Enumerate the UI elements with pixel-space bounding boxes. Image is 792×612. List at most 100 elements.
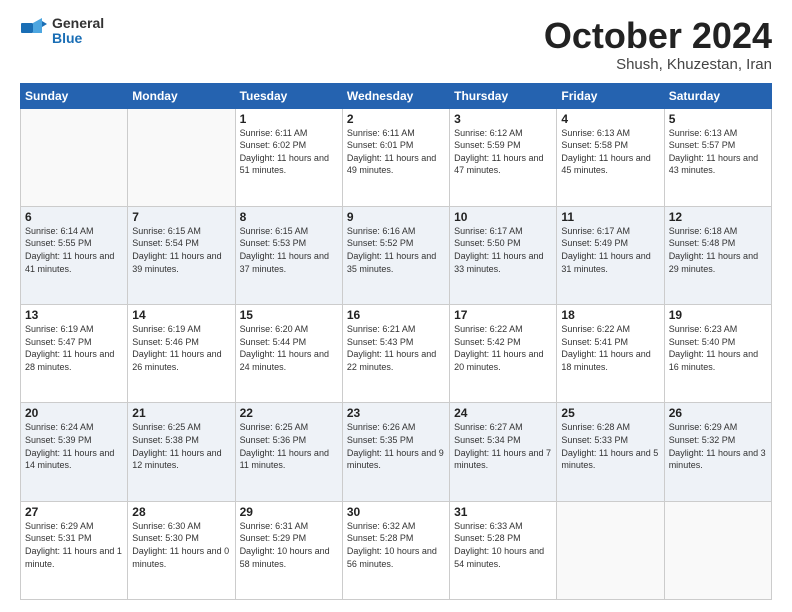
calendar-header-row: Sunday Monday Tuesday Wednesday Thursday… [21, 83, 772, 108]
day-info: Sunrise: 6:15 AM Sunset: 5:54 PM Dayligh… [132, 225, 230, 275]
day-number: 19 [669, 308, 767, 322]
table-row: 2Sunrise: 6:11 AM Sunset: 6:01 PM Daylig… [342, 108, 449, 206]
calendar-week-row: 27Sunrise: 6:29 AM Sunset: 5:31 PM Dayli… [21, 501, 772, 599]
calendar-week-row: 13Sunrise: 6:19 AM Sunset: 5:47 PM Dayli… [21, 305, 772, 403]
table-row [664, 501, 771, 599]
day-number: 16 [347, 308, 445, 322]
day-number: 8 [240, 210, 338, 224]
day-number: 7 [132, 210, 230, 224]
day-info: Sunrise: 6:16 AM Sunset: 5:52 PM Dayligh… [347, 225, 445, 275]
subtitle: Shush, Khuzestan, Iran [544, 56, 772, 73]
day-info: Sunrise: 6:29 AM Sunset: 5:32 PM Dayligh… [669, 421, 767, 471]
day-info: Sunrise: 6:28 AM Sunset: 5:33 PM Dayligh… [561, 421, 659, 471]
day-info: Sunrise: 6:32 AM Sunset: 5:28 PM Dayligh… [347, 520, 445, 570]
day-info: Sunrise: 6:19 AM Sunset: 5:46 PM Dayligh… [132, 323, 230, 373]
day-info: Sunrise: 6:12 AM Sunset: 5:59 PM Dayligh… [454, 127, 552, 177]
day-info: Sunrise: 6:17 AM Sunset: 5:49 PM Dayligh… [561, 225, 659, 275]
day-info: Sunrise: 6:17 AM Sunset: 5:50 PM Dayligh… [454, 225, 552, 275]
day-info: Sunrise: 6:24 AM Sunset: 5:39 PM Dayligh… [25, 421, 123, 471]
table-row [128, 108, 235, 206]
logo-icon [20, 17, 48, 45]
day-number: 3 [454, 112, 552, 126]
table-row: 7Sunrise: 6:15 AM Sunset: 5:54 PM Daylig… [128, 206, 235, 304]
day-number: 26 [669, 406, 767, 420]
table-row: 17Sunrise: 6:22 AM Sunset: 5:42 PM Dayli… [450, 305, 557, 403]
day-number: 6 [25, 210, 123, 224]
table-row: 16Sunrise: 6:21 AM Sunset: 5:43 PM Dayli… [342, 305, 449, 403]
table-row: 4Sunrise: 6:13 AM Sunset: 5:58 PM Daylig… [557, 108, 664, 206]
logo-general-text: General [52, 16, 104, 31]
day-number: 27 [25, 505, 123, 519]
col-tuesday: Tuesday [235, 83, 342, 108]
table-row: 30Sunrise: 6:32 AM Sunset: 5:28 PM Dayli… [342, 501, 449, 599]
month-title: October 2024 [544, 16, 772, 56]
day-number: 17 [454, 308, 552, 322]
calendar-week-row: 1Sunrise: 6:11 AM Sunset: 6:02 PM Daylig… [21, 108, 772, 206]
day-info: Sunrise: 6:15 AM Sunset: 5:53 PM Dayligh… [240, 225, 338, 275]
logo: General Blue [20, 16, 104, 47]
day-number: 10 [454, 210, 552, 224]
day-number: 4 [561, 112, 659, 126]
day-number: 21 [132, 406, 230, 420]
day-number: 1 [240, 112, 338, 126]
day-number: 14 [132, 308, 230, 322]
page: General Blue October 2024 Shush, Khuzest… [0, 0, 792, 612]
table-row: 23Sunrise: 6:26 AM Sunset: 5:35 PM Dayli… [342, 403, 449, 501]
day-number: 5 [669, 112, 767, 126]
day-info: Sunrise: 6:13 AM Sunset: 5:57 PM Dayligh… [669, 127, 767, 177]
day-info: Sunrise: 6:30 AM Sunset: 5:30 PM Dayligh… [132, 520, 230, 570]
day-number: 25 [561, 406, 659, 420]
day-number: 11 [561, 210, 659, 224]
day-info: Sunrise: 6:11 AM Sunset: 6:02 PM Dayligh… [240, 127, 338, 177]
day-info: Sunrise: 6:22 AM Sunset: 5:42 PM Dayligh… [454, 323, 552, 373]
table-row: 24Sunrise: 6:27 AM Sunset: 5:34 PM Dayli… [450, 403, 557, 501]
col-wednesday: Wednesday [342, 83, 449, 108]
col-friday: Friday [557, 83, 664, 108]
table-row: 22Sunrise: 6:25 AM Sunset: 5:36 PM Dayli… [235, 403, 342, 501]
calendar-week-row: 20Sunrise: 6:24 AM Sunset: 5:39 PM Dayli… [21, 403, 772, 501]
title-block: October 2024 Shush, Khuzestan, Iran [544, 16, 772, 73]
day-info: Sunrise: 6:26 AM Sunset: 5:35 PM Dayligh… [347, 421, 445, 471]
table-row: 1Sunrise: 6:11 AM Sunset: 6:02 PM Daylig… [235, 108, 342, 206]
day-number: 20 [25, 406, 123, 420]
table-row: 28Sunrise: 6:30 AM Sunset: 5:30 PM Dayli… [128, 501, 235, 599]
table-row: 14Sunrise: 6:19 AM Sunset: 5:46 PM Dayli… [128, 305, 235, 403]
table-row: 10Sunrise: 6:17 AM Sunset: 5:50 PM Dayli… [450, 206, 557, 304]
table-row: 9Sunrise: 6:16 AM Sunset: 5:52 PM Daylig… [342, 206, 449, 304]
day-number: 30 [347, 505, 445, 519]
col-thursday: Thursday [450, 83, 557, 108]
header: General Blue October 2024 Shush, Khuzest… [20, 16, 772, 73]
day-info: Sunrise: 6:14 AM Sunset: 5:55 PM Dayligh… [25, 225, 123, 275]
day-info: Sunrise: 6:22 AM Sunset: 5:41 PM Dayligh… [561, 323, 659, 373]
day-number: 29 [240, 505, 338, 519]
day-info: Sunrise: 6:29 AM Sunset: 5:31 PM Dayligh… [25, 520, 123, 570]
day-info: Sunrise: 6:18 AM Sunset: 5:48 PM Dayligh… [669, 225, 767, 275]
table-row: 12Sunrise: 6:18 AM Sunset: 5:48 PM Dayli… [664, 206, 771, 304]
table-row [557, 501, 664, 599]
table-row: 25Sunrise: 6:28 AM Sunset: 5:33 PM Dayli… [557, 403, 664, 501]
day-info: Sunrise: 6:13 AM Sunset: 5:58 PM Dayligh… [561, 127, 659, 177]
logo-blue-text: Blue [52, 31, 104, 46]
table-row: 26Sunrise: 6:29 AM Sunset: 5:32 PM Dayli… [664, 403, 771, 501]
table-row: 11Sunrise: 6:17 AM Sunset: 5:49 PM Dayli… [557, 206, 664, 304]
logo-text: General Blue [52, 16, 104, 47]
day-number: 22 [240, 406, 338, 420]
calendar-week-row: 6Sunrise: 6:14 AM Sunset: 5:55 PM Daylig… [21, 206, 772, 304]
table-row: 3Sunrise: 6:12 AM Sunset: 5:59 PM Daylig… [450, 108, 557, 206]
day-number: 31 [454, 505, 552, 519]
day-number: 2 [347, 112, 445, 126]
table-row: 13Sunrise: 6:19 AM Sunset: 5:47 PM Dayli… [21, 305, 128, 403]
day-number: 12 [669, 210, 767, 224]
day-number: 28 [132, 505, 230, 519]
table-row: 29Sunrise: 6:31 AM Sunset: 5:29 PM Dayli… [235, 501, 342, 599]
table-row: 21Sunrise: 6:25 AM Sunset: 5:38 PM Dayli… [128, 403, 235, 501]
day-number: 13 [25, 308, 123, 322]
day-number: 18 [561, 308, 659, 322]
day-number: 23 [347, 406, 445, 420]
col-monday: Monday [128, 83, 235, 108]
table-row: 6Sunrise: 6:14 AM Sunset: 5:55 PM Daylig… [21, 206, 128, 304]
table-row: 8Sunrise: 6:15 AM Sunset: 5:53 PM Daylig… [235, 206, 342, 304]
day-info: Sunrise: 6:25 AM Sunset: 5:38 PM Dayligh… [132, 421, 230, 471]
day-info: Sunrise: 6:20 AM Sunset: 5:44 PM Dayligh… [240, 323, 338, 373]
calendar-table: Sunday Monday Tuesday Wednesday Thursday… [20, 83, 772, 600]
